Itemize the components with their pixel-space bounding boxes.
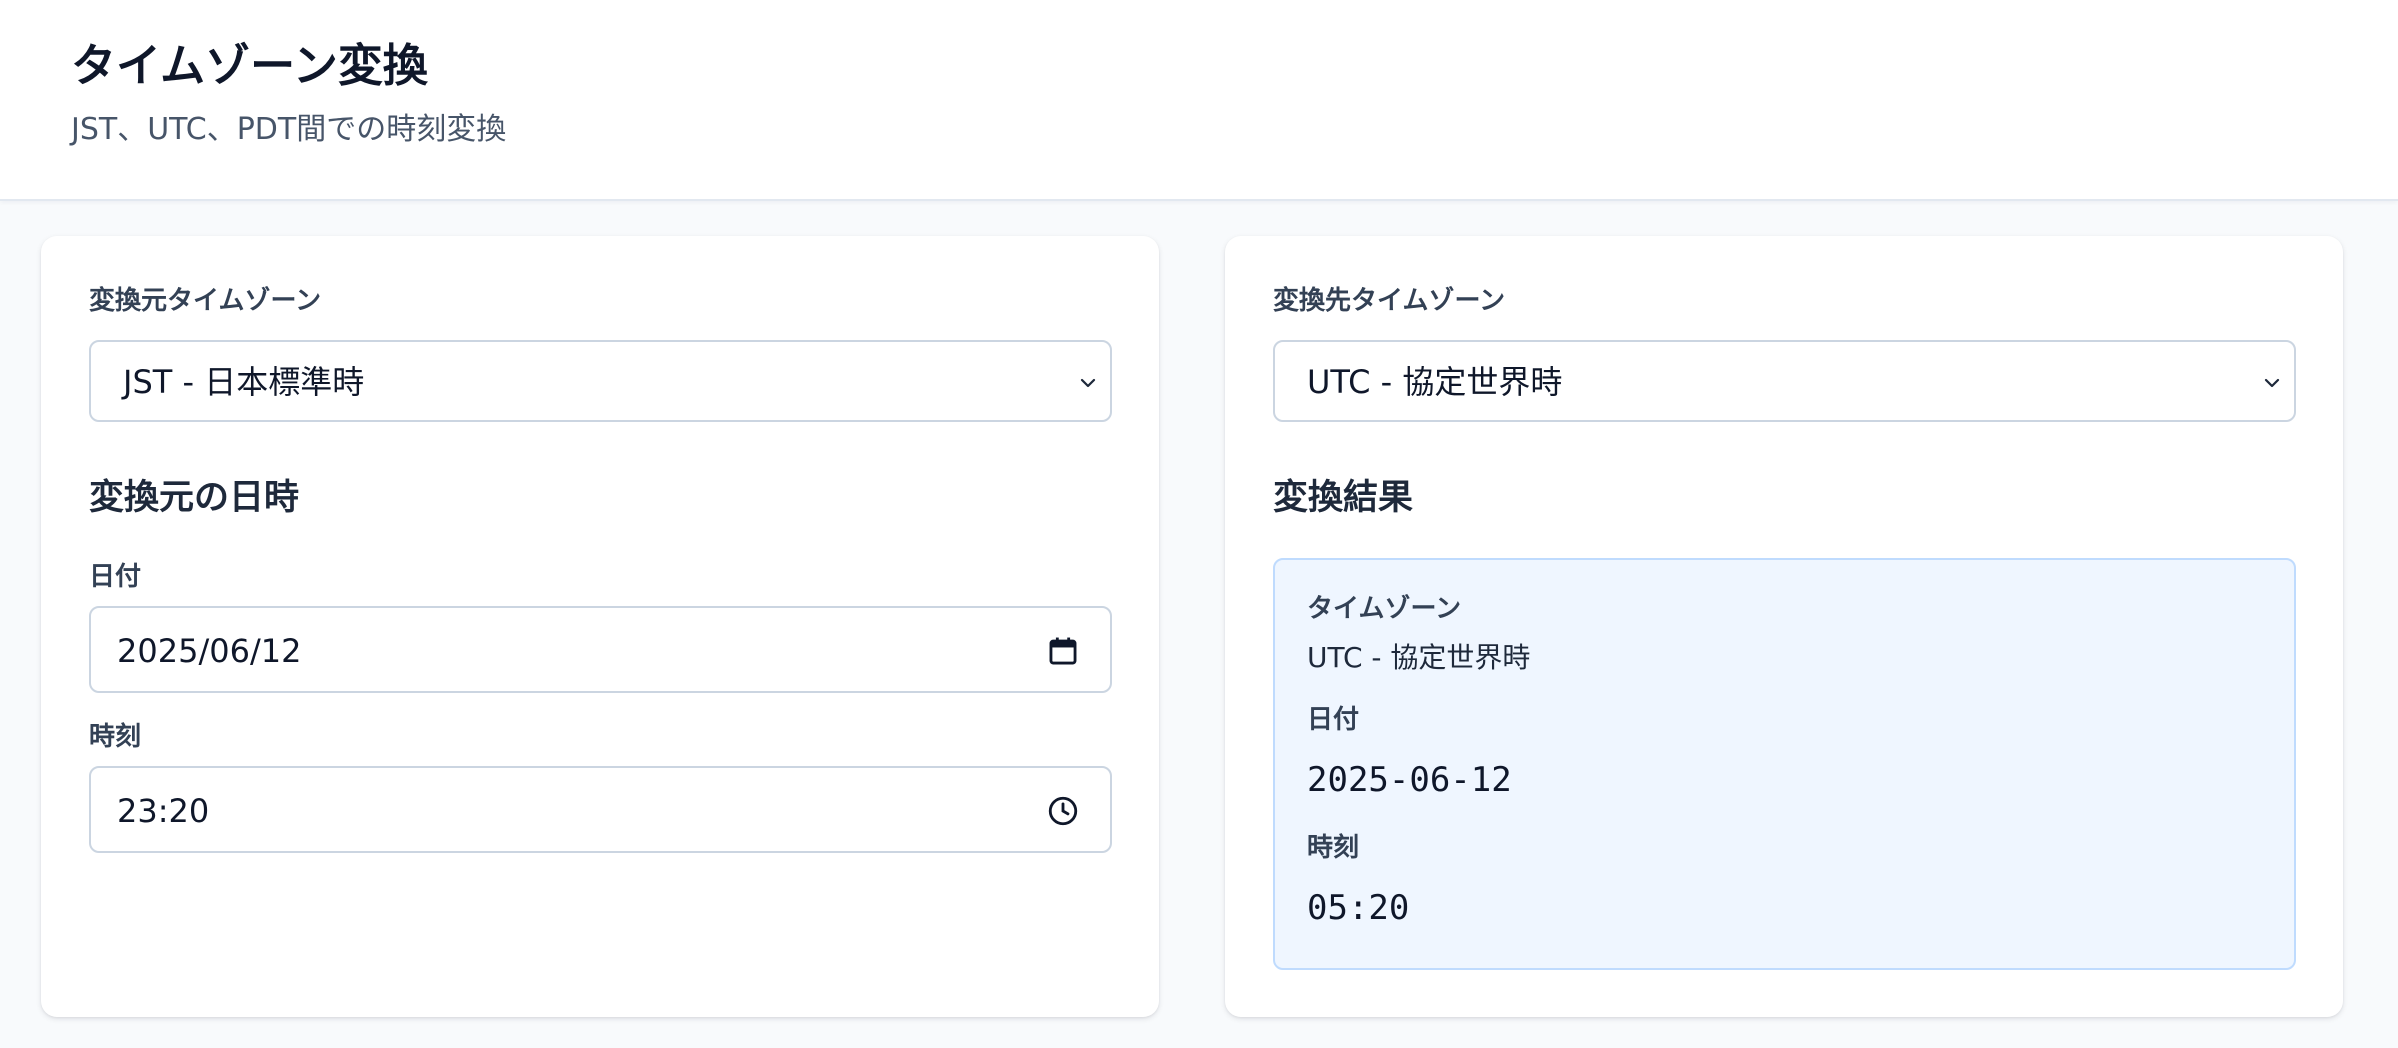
source-timezone-select[interactable]: JST - 日本標準時 [89,340,1112,422]
result-time-value: 05:20 [1307,888,1410,928]
source-section-title: 変換元の日時 [89,478,300,518]
page-title: タイムゾーン変換 [71,39,428,92]
target-timezone-label: 変換先タイムゾーン [1273,286,1506,316]
chevron-down-icon [2264,378,2280,388]
source-timezone-label: 変換元タイムゾーン [89,286,322,316]
result-timezone-label: タイムゾーン [1307,594,1462,624]
source-time-value: 23:20 [117,792,210,830]
source-card: 変換元タイムゾーン JST - 日本標準時 変換元の日時 日付 2025/06/… [41,236,1159,1017]
source-date-input[interactable]: 2025/06/12 [89,606,1112,693]
chevron-down-icon [1080,378,1096,388]
target-timezone-select[interactable]: UTC - 協定世界時 [1273,340,2296,422]
result-date-value: 2025-06-12 [1307,760,1512,800]
target-card: 変換先タイムゾーン UTC - 協定世界時 変換結果 タイムゾーン UTC - … [1225,236,2343,1017]
source-time-input[interactable]: 23:20 [89,766,1112,853]
result-date-label: 日付 [1307,705,1360,735]
result-panel: タイムゾーン UTC - 協定世界時 日付 2025-06-12 時刻 05:2… [1273,558,2296,970]
result-timezone-value: UTC - 協定世界時 [1307,641,1531,674]
page-subtitle: JST、UTC、PDT間での時刻変換 [71,112,507,147]
source-date-value: 2025/06/12 [117,632,302,670]
target-timezone-value: UTC - 協定世界時 [1307,363,1563,401]
source-date-label: 日付 [89,562,142,592]
result-section-title: 変換結果 [1273,478,1414,518]
clock-icon[interactable] [1046,794,1080,828]
calendar-icon[interactable] [1046,634,1080,668]
page-header: タイムゾーン変換 JST、UTC、PDT間での時刻変換 [0,0,2398,201]
source-timezone-value: JST - 日本標準時 [123,363,365,401]
result-time-label: 時刻 [1307,833,1360,863]
source-time-label: 時刻 [89,722,142,752]
